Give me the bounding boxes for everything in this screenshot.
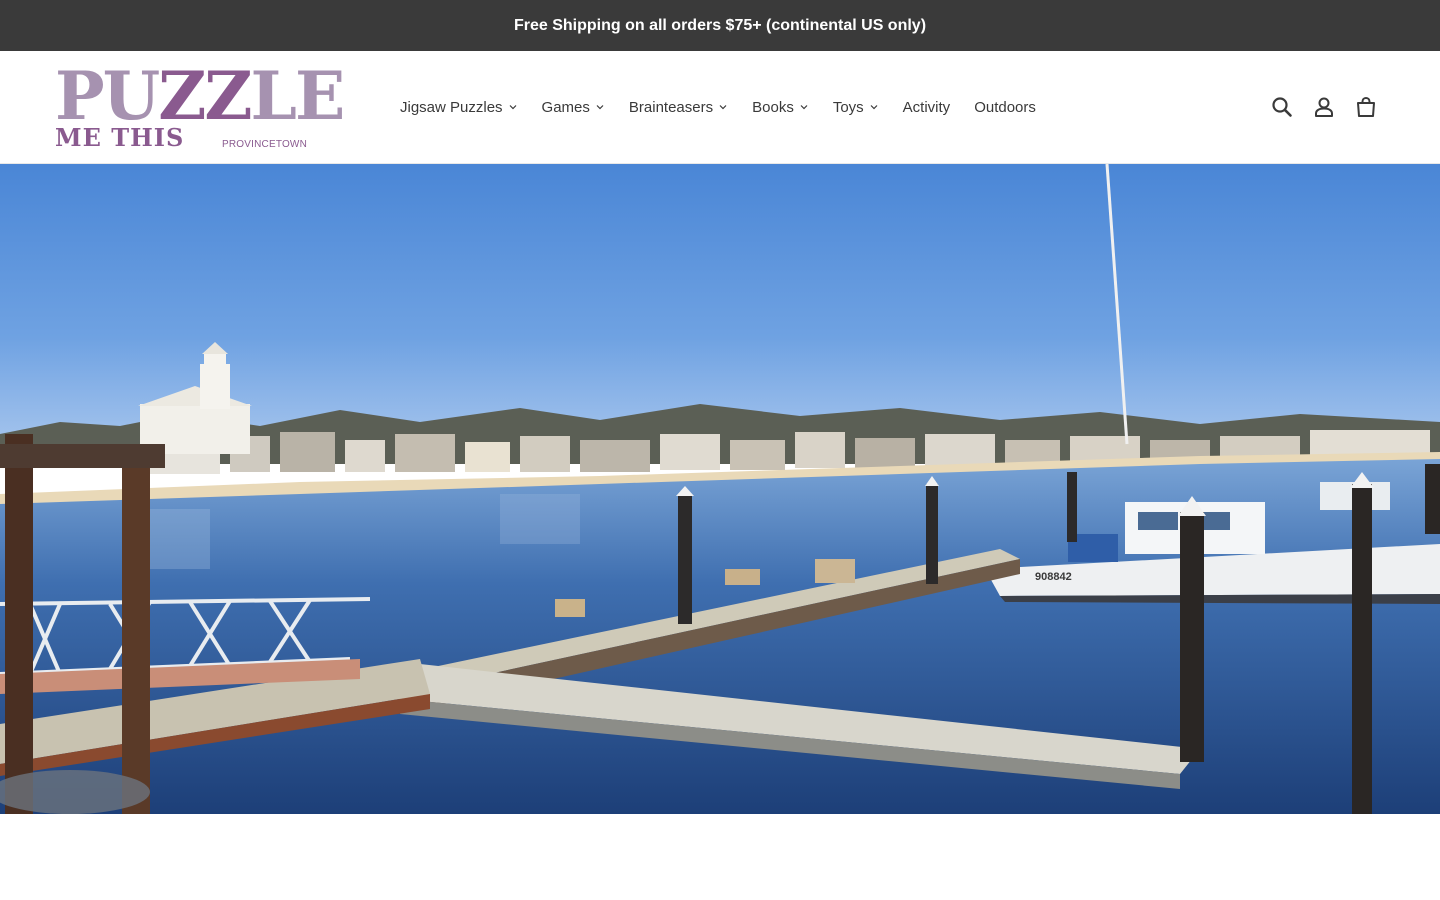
account-icon xyxy=(1315,97,1333,117)
nav-item-label: Games xyxy=(541,98,590,116)
logo-wordmark-bottom: ME THIS xyxy=(55,123,185,152)
nav-item-label: Books xyxy=(752,98,794,116)
chevron-down-icon xyxy=(800,105,808,110)
nav-item-label: Outdoors xyxy=(974,98,1036,116)
nav-item-label: Jigsaw Puzzles xyxy=(400,98,503,116)
cart-icon xyxy=(1357,96,1375,117)
announcement-text: Free Shipping on all orders $75+ (contin… xyxy=(513,16,927,34)
page-content-start xyxy=(0,814,1440,900)
announcement-bar: Free Shipping on all orders $75+ (contin… xyxy=(0,0,1440,51)
hero-image-provincetown-harbor: 908842 xyxy=(0,164,1440,814)
nav-item-label: Brainteasers xyxy=(628,98,714,116)
chevron-down-icon xyxy=(870,105,878,110)
nav-item-games[interactable]: Games xyxy=(530,87,617,127)
nav-item-books[interactable]: Books xyxy=(740,87,821,127)
cart-button[interactable] xyxy=(1354,95,1378,119)
search-icon xyxy=(1272,97,1292,117)
account-button[interactable] xyxy=(1312,95,1336,119)
nav-item-label: Activity xyxy=(902,98,951,116)
chevron-down-icon xyxy=(719,105,727,110)
nav-item-outdoors[interactable]: Outdoors xyxy=(962,87,1048,127)
nav-item-toys[interactable]: Toys xyxy=(821,87,891,127)
site-header: PUZZLE ME THIS PROVINCETOWN Jigsaw Puzzl… xyxy=(0,51,1440,164)
boat-registration-number: 908842 xyxy=(1035,571,1072,583)
nav-item-jigsaw-puzzles[interactable]: Jigsaw Puzzles xyxy=(388,87,530,127)
main-nav: Jigsaw Puzzles Games Brainteasers Books … xyxy=(388,51,1048,163)
header-icons xyxy=(1270,51,1378,163)
search-button[interactable] xyxy=(1270,95,1294,119)
store-logo[interactable]: PUZZLE ME THIS PROVINCETOWN xyxy=(55,63,345,152)
nav-item-brainteasers[interactable]: Brainteasers xyxy=(617,87,740,127)
nav-item-activity[interactable]: Activity xyxy=(891,87,963,127)
nav-item-label: Toys xyxy=(832,98,864,116)
chevron-down-icon xyxy=(509,105,516,110)
chevron-down-icon xyxy=(596,105,604,110)
logo-tagline: PROVINCETOWN xyxy=(222,139,307,150)
hero-banner: 908842 xyxy=(0,164,1440,814)
logo-wordmark-top: PUZZLE xyxy=(55,57,345,135)
